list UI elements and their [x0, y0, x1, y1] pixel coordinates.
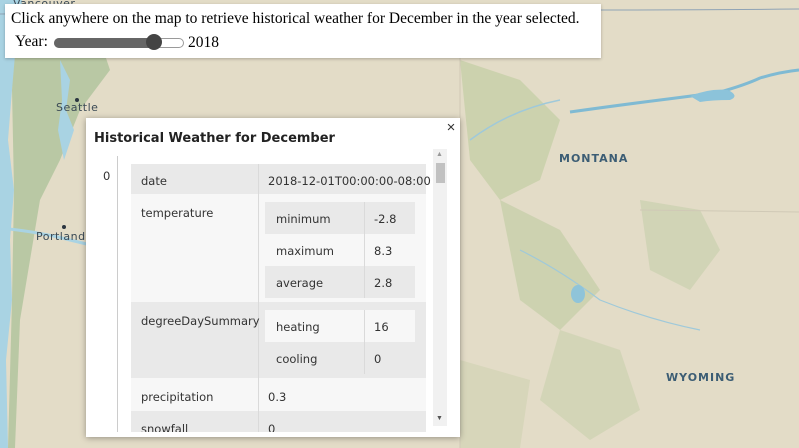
- field-value-snowfall: 0: [268, 422, 276, 432]
- weather-popup: × Historical Weather for December 0 date…: [86, 118, 460, 437]
- state-label-montana: MONTANA: [559, 152, 629, 165]
- field-value-date: 2018-12-01T00:00:00-08:00: [268, 174, 431, 188]
- field-value-cooling: 0: [374, 352, 382, 366]
- field-key-minimum: minimum: [276, 212, 331, 226]
- year-label: Year:: [15, 33, 48, 50]
- field-key-snowfall: snowfall: [141, 422, 189, 432]
- field-key-maximum: maximum: [276, 244, 334, 258]
- popup-content[interactable]: 0 date 2018-12-01T00:00:00-08:00 tempera…: [91, 156, 433, 432]
- field-value-average: 2.8: [374, 276, 393, 290]
- temperature-divider: [364, 202, 365, 298]
- field-key-degreedaysummary: degreeDaySummary: [141, 314, 260, 328]
- city-label-portland: Portland: [36, 230, 86, 243]
- degreeday-divider: [364, 310, 365, 374]
- column-divider: [258, 164, 259, 432]
- field-key-temperature: temperature: [141, 206, 214, 220]
- popup-title: Historical Weather for December: [94, 131, 335, 146]
- field-key-average: average: [276, 276, 324, 290]
- field-key-cooling: cooling: [276, 352, 318, 366]
- field-value-minimum: -2.8: [374, 212, 397, 226]
- record-index: 0: [103, 169, 111, 183]
- control-panel: Click anywhere on the map to retrieve hi…: [5, 4, 601, 58]
- field-key-date: date: [141, 174, 167, 188]
- field-key-heating: heating: [276, 320, 320, 334]
- field-value-maximum: 8.3: [374, 244, 393, 258]
- year-slider[interactable]: [53, 34, 184, 50]
- close-icon[interactable]: ×: [443, 119, 459, 137]
- scroll-up-icon[interactable]: ▲: [436, 151, 443, 158]
- scroll-down-icon[interactable]: ▼: [436, 415, 443, 422]
- city-label-seattle: Seattle: [56, 101, 99, 114]
- instructions-text: Click anywhere on the map to retrieve hi…: [11, 10, 580, 27]
- scroll-thumb[interactable]: [436, 163, 445, 183]
- slider-thumb[interactable]: [145, 34, 162, 50]
- field-value-heating: 16: [374, 320, 389, 334]
- record-index-column: [91, 156, 118, 432]
- state-label-wyoming: WYOMING: [666, 371, 736, 384]
- field-key-precipitation: precipitation: [141, 390, 214, 404]
- slider-fill: [54, 38, 155, 48]
- city-marker-portland: [62, 225, 66, 229]
- popup-scrollbar[interactable]: ▲ ▼: [433, 149, 447, 426]
- field-value-precipitation: 0.3: [268, 390, 287, 404]
- year-value: 2018: [188, 34, 219, 51]
